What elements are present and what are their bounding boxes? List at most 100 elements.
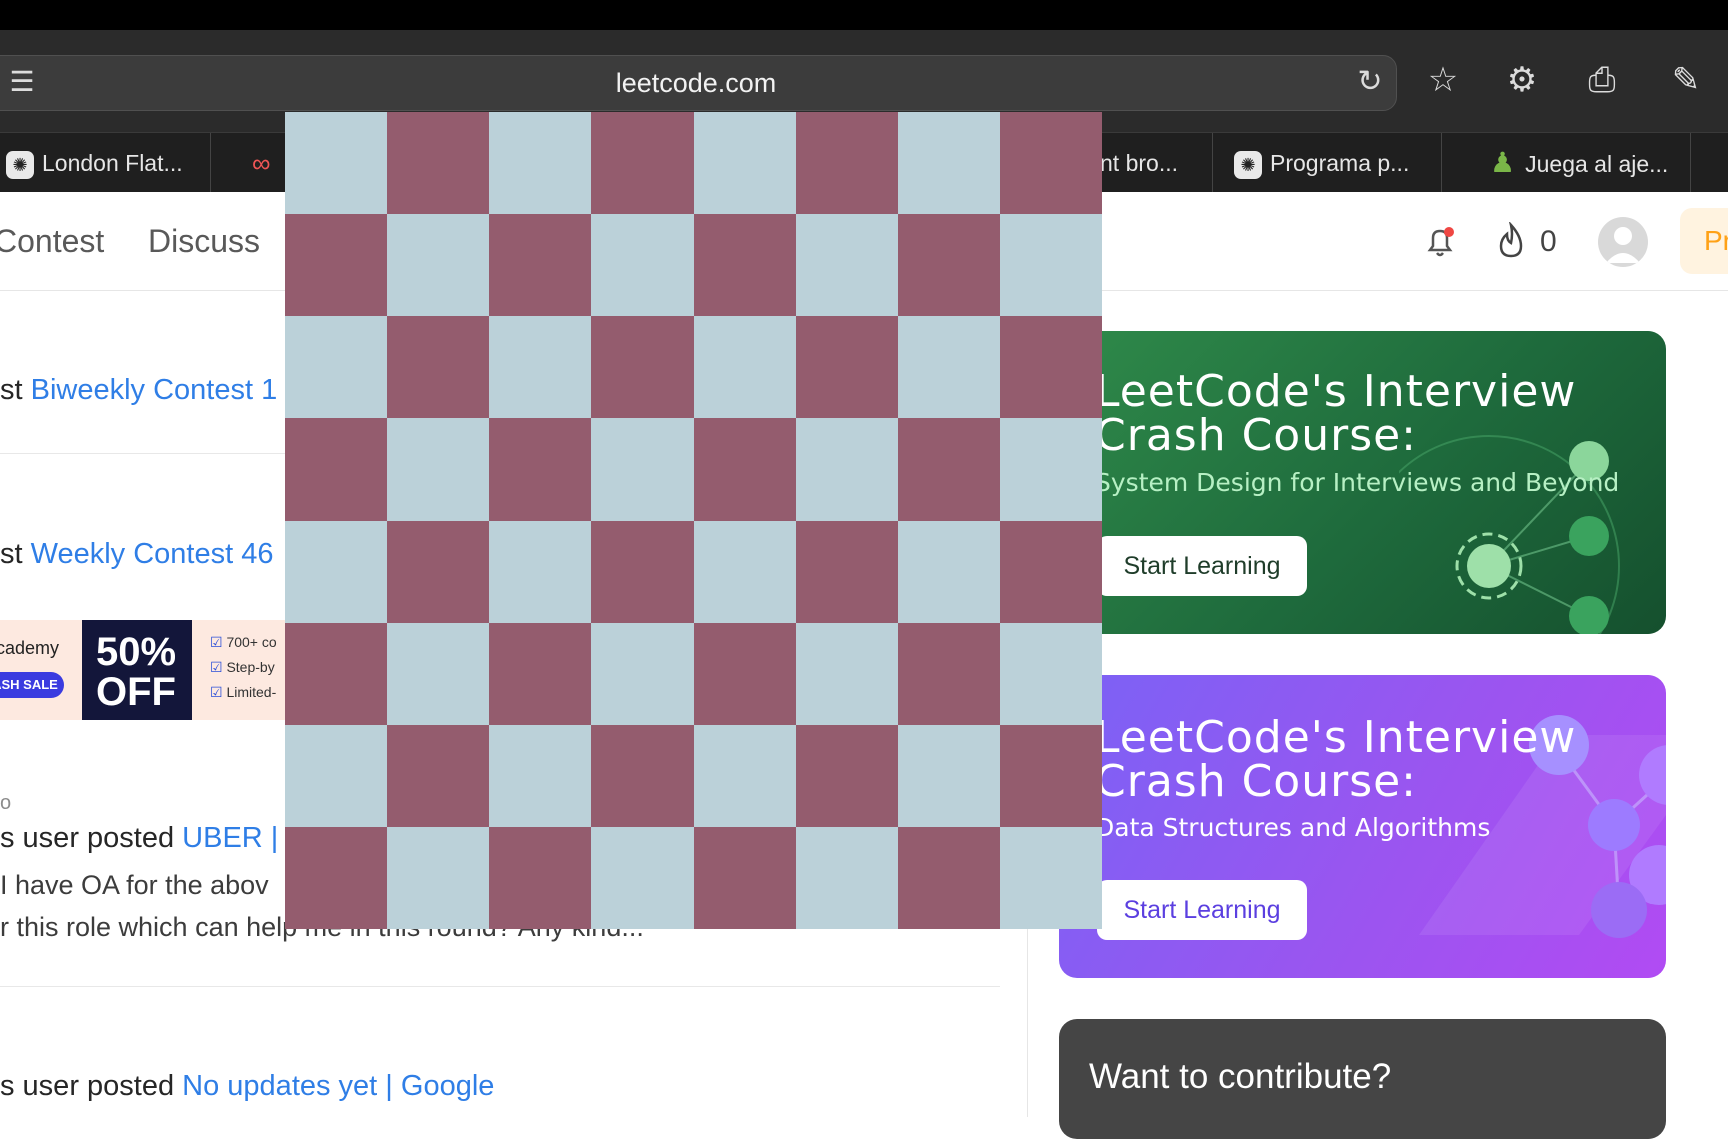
checker-square — [387, 112, 490, 215]
ad-banner[interactable]: cademy ASH SALE 50% OFF ☑ 700+ co ☑ Step… — [0, 620, 290, 720]
checker-square — [795, 826, 898, 929]
checker-square — [285, 724, 388, 827]
ad-off: OFF — [96, 670, 176, 714]
edit-icon[interactable]: ✎ — [1664, 60, 1708, 104]
checker-square — [489, 418, 592, 521]
ad-check-item: ☑ Limited- — [210, 684, 277, 700]
feed-meta: o — [0, 792, 12, 814]
checker-square — [387, 724, 490, 827]
contest-link[interactable]: Weekly Contest 46 — [31, 538, 274, 570]
checker-square — [795, 214, 898, 317]
checker-square — [999, 418, 1102, 521]
checker-square — [693, 418, 796, 521]
feed-prefix: s user posted — [0, 822, 175, 854]
tab-label: London Flat... — [42, 150, 183, 176]
start-learning-button[interactable]: Start Learning — [1097, 880, 1307, 940]
checker-square — [795, 112, 898, 215]
start-learning-button[interactable]: Start Learning — [1097, 536, 1307, 596]
checker-square — [897, 520, 1000, 623]
post-link[interactable]: No updates yet | Google — [182, 1070, 494, 1102]
checker-square — [489, 724, 592, 827]
feed-prefix: s user posted — [0, 1070, 175, 1102]
infinity-icon: ∞ — [252, 148, 271, 178]
checker-square — [795, 316, 898, 419]
gear-icon[interactable]: ⚙ — [1500, 60, 1544, 104]
checker-square — [591, 418, 694, 521]
screen-top-bar — [0, 0, 1728, 30]
checker-square — [387, 214, 490, 317]
checker-square — [795, 622, 898, 725]
card-title: Crash Course: — [1095, 756, 1418, 807]
feed-item: st Weekly Contest 46 — [0, 538, 274, 571]
checker-square — [999, 316, 1102, 419]
feed-item: s user posted No updates yet | Google — [0, 1070, 494, 1103]
tab-label: nt bro... — [1100, 150, 1178, 176]
checker-square — [489, 214, 592, 317]
contest-link[interactable]: Biweekly Contest 1 — [31, 374, 278, 406]
streak-count: 0 — [1540, 225, 1557, 258]
checker-square — [693, 622, 796, 725]
printer-icon[interactable]: ⎙ — [1580, 60, 1624, 104]
ad-check-item: ☑ 700+ co — [210, 634, 277, 650]
checker-square — [591, 826, 694, 929]
ad-sale-badge: ASH SALE — [0, 672, 64, 698]
checker-square — [285, 112, 388, 215]
reload-icon[interactable]: ↻ — [1348, 62, 1392, 106]
checker-square — [489, 622, 592, 725]
nav-discuss[interactable]: Discuss — [148, 223, 260, 260]
card-title: LeetCode's Interview — [1095, 712, 1577, 763]
checker-square — [897, 724, 1000, 827]
checker-square — [693, 826, 796, 929]
nav-contest[interactable]: Contest — [0, 223, 104, 260]
ad-check-item: ☑ Step-by — [210, 659, 275, 675]
card-title: LeetCode's Interview — [1095, 366, 1577, 417]
premium-button[interactable]: Pr — [1680, 208, 1728, 274]
tab-juega[interactable]: ♟ Juega al aje... — [1460, 133, 1691, 193]
url-text[interactable]: leetcode.com — [0, 68, 1392, 99]
card-title: Crash Course: — [1095, 410, 1418, 461]
checker-square — [795, 520, 898, 623]
checker-square — [897, 316, 1000, 419]
checker-square — [693, 724, 796, 827]
checker-square — [591, 316, 694, 419]
checker-square — [999, 622, 1102, 725]
contribute-card[interactable]: Want to contribute? — [1059, 1019, 1666, 1139]
checker-square — [489, 316, 592, 419]
checker-square — [693, 316, 796, 419]
notification-bell-icon[interactable] — [1420, 222, 1460, 262]
checker-square — [591, 112, 694, 215]
ad-brand: cademy — [0, 638, 60, 658]
card-subtitle: System Design for Interviews and Beyond — [1095, 468, 1620, 497]
checker-square — [387, 316, 490, 419]
chess-pawn-icon: ♟ — [1490, 147, 1516, 178]
checker-square — [489, 112, 592, 215]
checker-square — [999, 724, 1102, 827]
checker-square — [285, 826, 388, 929]
checker-square — [591, 724, 694, 827]
checkerboard-overlay — [285, 112, 1102, 929]
tab-label: Juega al aje... — [1525, 151, 1669, 177]
checker-square — [285, 520, 388, 623]
tab-programa[interactable]: ✺ Programa p... — [1228, 133, 1442, 193]
avatar[interactable] — [1598, 217, 1648, 267]
tab-nt-bro[interactable]: nt bro... — [1100, 133, 1213, 193]
checker-square — [489, 520, 592, 623]
checker-square — [387, 520, 490, 623]
checker-square — [285, 214, 388, 317]
streak-fire-icon[interactable] — [1494, 220, 1528, 268]
tab-london-flat[interactable]: ✺ London Flat... — [0, 133, 211, 193]
checker-square — [999, 214, 1102, 317]
ad-discount: 50% — [96, 630, 177, 674]
checker-square — [897, 622, 1000, 725]
checker-square — [693, 214, 796, 317]
bookmark-star-icon[interactable]: ☆ — [1421, 60, 1465, 104]
feed-prefix: st — [0, 538, 23, 570]
crash-course-dsa-card[interactable]: LeetCode's Interview Crash Course: Data … — [1059, 675, 1666, 978]
crash-course-system-design-card[interactable]: LeetCode's Interview Crash Course: Syste… — [1059, 331, 1666, 634]
post-excerpt: I have OA for the abov — [0, 870, 269, 900]
checker-square — [387, 418, 490, 521]
card-subtitle: Data Structures and Algorithms — [1095, 813, 1491, 842]
checker-square — [387, 826, 490, 929]
tab-label: Programa p... — [1270, 150, 1410, 176]
checker-square — [999, 826, 1102, 929]
